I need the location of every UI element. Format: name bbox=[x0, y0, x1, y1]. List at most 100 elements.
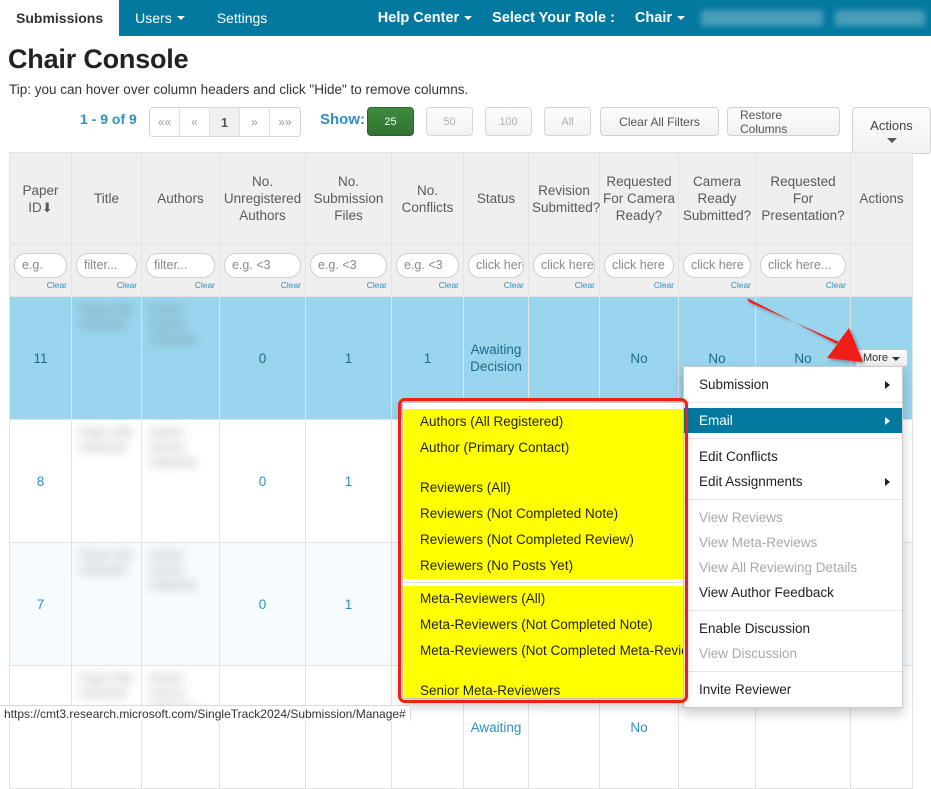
ctx-item-invite-reviewer[interactable]: Invite Reviewer bbox=[684, 677, 902, 702]
redacted-authors: Author names redacted bbox=[143, 544, 218, 664]
user-name-redacted[interactable] bbox=[701, 10, 823, 26]
clear-filter-requested-camera-ready[interactable]: Clear bbox=[604, 280, 674, 290]
ctx-item-submission[interactable]: Submission bbox=[684, 372, 902, 397]
email-item-meta-reviewers-not-completed-note[interactable]: Meta-Reviewers (Not Completed Note) bbox=[403, 612, 683, 638]
nav-item-settings[interactable]: Settings bbox=[201, 0, 284, 36]
filter-input-requested-camera-ready[interactable]: click here bbox=[604, 253, 674, 278]
filter-cell-paper-id: e.g. Clear bbox=[10, 245, 72, 297]
cell-title[interactable]: Paper title redacted bbox=[72, 543, 142, 666]
redacted-title: Paper title redacted bbox=[73, 544, 140, 664]
nav-item-select-your-role: Select Your Role : bbox=[482, 10, 625, 26]
cell-authors[interactable]: Author names redacted bbox=[142, 420, 220, 543]
ctx-item-email-label: Email bbox=[699, 413, 733, 428]
filter-input-unregistered-authors[interactable]: e.g. <3 bbox=[224, 253, 301, 278]
cell-submission-files[interactable]: 1 bbox=[306, 297, 392, 420]
cell-title[interactable]: Paper title redacted bbox=[72, 666, 142, 789]
cell-paper-id[interactable] bbox=[10, 666, 72, 789]
ctx-item-email[interactable]: Email bbox=[684, 408, 902, 433]
pager-prev-button[interactable]: « bbox=[180, 108, 210, 136]
email-item-reviewers-not-completed-review[interactable]: Reviewers (Not Completed Review) bbox=[403, 527, 683, 553]
ctx-item-enable-discussion[interactable]: Enable Discussion bbox=[684, 616, 902, 641]
pager-page-1-button[interactable]: 1 bbox=[210, 108, 240, 136]
clear-filter-camera-ready-submitted[interactable]: Clear bbox=[683, 280, 751, 290]
filter-input-submission-files[interactable]: e.g. <3 bbox=[310, 253, 387, 278]
email-item-meta-reviewers-not-completed-meta-review[interactable]: Meta-Reviewers (Not Completed Meta-Revie… bbox=[403, 638, 683, 664]
logout-redacted[interactable] bbox=[835, 10, 925, 26]
clear-filter-requested-presentation[interactable]: Clear bbox=[760, 280, 846, 290]
email-item-reviewers-not-completed-note[interactable]: Reviewers (Not Completed Note) bbox=[403, 501, 683, 527]
email-item-reviewers-all[interactable]: Reviewers (All) bbox=[403, 475, 683, 501]
page-size-50-button[interactable]: 50 bbox=[426, 107, 473, 136]
filter-input-paper-id[interactable]: e.g. bbox=[14, 253, 67, 278]
clear-filter-paper-id[interactable]: Clear bbox=[14, 280, 67, 290]
filter-input-status[interactable]: click here bbox=[468, 253, 524, 278]
col-header-paper-id[interactable]: Paper ID⬇ bbox=[10, 153, 72, 245]
cell-title[interactable]: Paper title redacted bbox=[72, 297, 142, 420]
filter-input-title[interactable]: filter... bbox=[76, 253, 137, 278]
col-header-submission-files[interactable]: No. Submission Files bbox=[306, 153, 392, 245]
sort-desc-icon[interactable]: ⬇ bbox=[42, 200, 53, 215]
filter-input-authors[interactable]: filter... bbox=[146, 253, 215, 278]
email-item-meta-reviewers-all[interactable]: Meta-Reviewers (All) bbox=[403, 586, 683, 612]
filter-input-requested-presentation[interactable]: click here... bbox=[760, 253, 846, 278]
col-header-title[interactable]: Title bbox=[72, 153, 142, 245]
filter-input-revision-submitted[interactable]: click here bbox=[533, 253, 595, 278]
clear-filter-submission-files[interactable]: Clear bbox=[310, 280, 387, 290]
clear-all-filters-button[interactable]: Clear All Filters bbox=[600, 107, 719, 136]
cell-paper-id[interactable]: 8 bbox=[10, 420, 72, 543]
clear-filter-conflicts[interactable]: Clear bbox=[396, 280, 459, 290]
cell-submission-files[interactable] bbox=[306, 666, 392, 789]
clear-filter-authors[interactable]: Clear bbox=[146, 280, 215, 290]
cell-paper-id[interactable]: 7 bbox=[10, 543, 72, 666]
actions-button[interactable]: Actions bbox=[852, 107, 931, 154]
cell-authors[interactable]: Author names redacted bbox=[142, 543, 220, 666]
filter-input-camera-ready-submitted[interactable]: click here bbox=[683, 253, 751, 278]
redacted-title: Paper title redacted bbox=[73, 298, 140, 418]
clear-filter-title[interactable]: Clear bbox=[76, 280, 137, 290]
email-item-author-primary-contact[interactable]: Author (Primary Contact) bbox=[403, 435, 683, 461]
col-header-conflicts[interactable]: No. Conflicts bbox=[392, 153, 464, 245]
row-actions-context-menu: Submission Email Edit Conflicts Edit Ass… bbox=[683, 366, 903, 708]
col-header-requested-camera-ready[interactable]: Requested For Camera Ready? bbox=[600, 153, 679, 245]
col-header-revision-submitted[interactable]: Revision Submitted? bbox=[529, 153, 600, 245]
email-item-senior-meta-reviewers[interactable]: Senior Meta-Reviewers bbox=[403, 678, 683, 699]
more-actions-button[interactable]: More bbox=[855, 349, 908, 367]
clear-filter-revision-submitted[interactable]: Clear bbox=[533, 280, 595, 290]
nav-item-help-center-label: Help Center bbox=[378, 10, 459, 26]
nav-item-settings-label: Settings bbox=[217, 10, 268, 26]
clear-filter-unregistered-authors[interactable]: Clear bbox=[224, 280, 301, 290]
pager-first-button[interactable]: «« bbox=[150, 108, 180, 136]
nav-item-help-center[interactable]: Help Center bbox=[368, 10, 482, 26]
cell-title[interactable]: Paper title redacted bbox=[72, 420, 142, 543]
ctx-item-edit-conflicts[interactable]: Edit Conflicts bbox=[684, 444, 902, 469]
ctx-item-view-author-feedback[interactable]: View Author Feedback bbox=[684, 580, 902, 605]
cell-paper-id[interactable]: 11 bbox=[10, 297, 72, 420]
col-header-camera-ready-submitted[interactable]: Camera Ready Submitted? bbox=[679, 153, 756, 245]
email-submenu-group-meta-reviewers: Meta-Reviewers (All) Meta-Reviewers (Not… bbox=[403, 586, 683, 699]
page-size-all-button[interactable]: All bbox=[544, 107, 591, 136]
nav-item-users[interactable]: Users bbox=[119, 0, 201, 36]
ctx-item-edit-assignments[interactable]: Edit Assignments bbox=[684, 469, 902, 494]
col-header-authors[interactable]: Authors bbox=[142, 153, 220, 245]
page-size-100-button[interactable]: 100 bbox=[485, 107, 532, 136]
page-size-25-button[interactable]: 25 bbox=[367, 107, 414, 136]
col-header-unregistered-authors[interactable]: No. Unregistered Authors bbox=[220, 153, 306, 245]
cell-submission-files[interactable]: 1 bbox=[306, 543, 392, 666]
col-header-requested-presentation[interactable]: Requested For Presentation? bbox=[756, 153, 851, 245]
pager-last-button[interactable]: »» bbox=[270, 108, 300, 136]
email-item-reviewers-no-posts-yet[interactable]: Reviewers (No Posts Yet) bbox=[403, 553, 683, 579]
restore-columns-button[interactable]: Restore Columns bbox=[727, 107, 840, 136]
cell-submission-files[interactable]: 1 bbox=[306, 420, 392, 543]
cell-authors[interactable]: Author names redacted bbox=[142, 666, 220, 789]
email-item-authors-all-registered[interactable]: Authors (All Registered) bbox=[403, 409, 683, 435]
menu-divider bbox=[684, 402, 902, 403]
filter-input-conflicts[interactable]: e.g. <3 bbox=[396, 253, 459, 278]
clear-filter-status[interactable]: Clear bbox=[468, 280, 524, 290]
pager-next-button[interactable]: » bbox=[240, 108, 270, 136]
cell-authors[interactable]: Author names redacted bbox=[142, 297, 220, 420]
nav-item-role-chair[interactable]: Chair bbox=[625, 10, 695, 26]
pagination-control[interactable]: «« « 1 » »» bbox=[149, 107, 301, 137]
chevron-right-icon bbox=[885, 478, 890, 486]
nav-item-submissions[interactable]: Submissions bbox=[0, 0, 119, 36]
col-header-status[interactable]: Status bbox=[464, 153, 529, 245]
